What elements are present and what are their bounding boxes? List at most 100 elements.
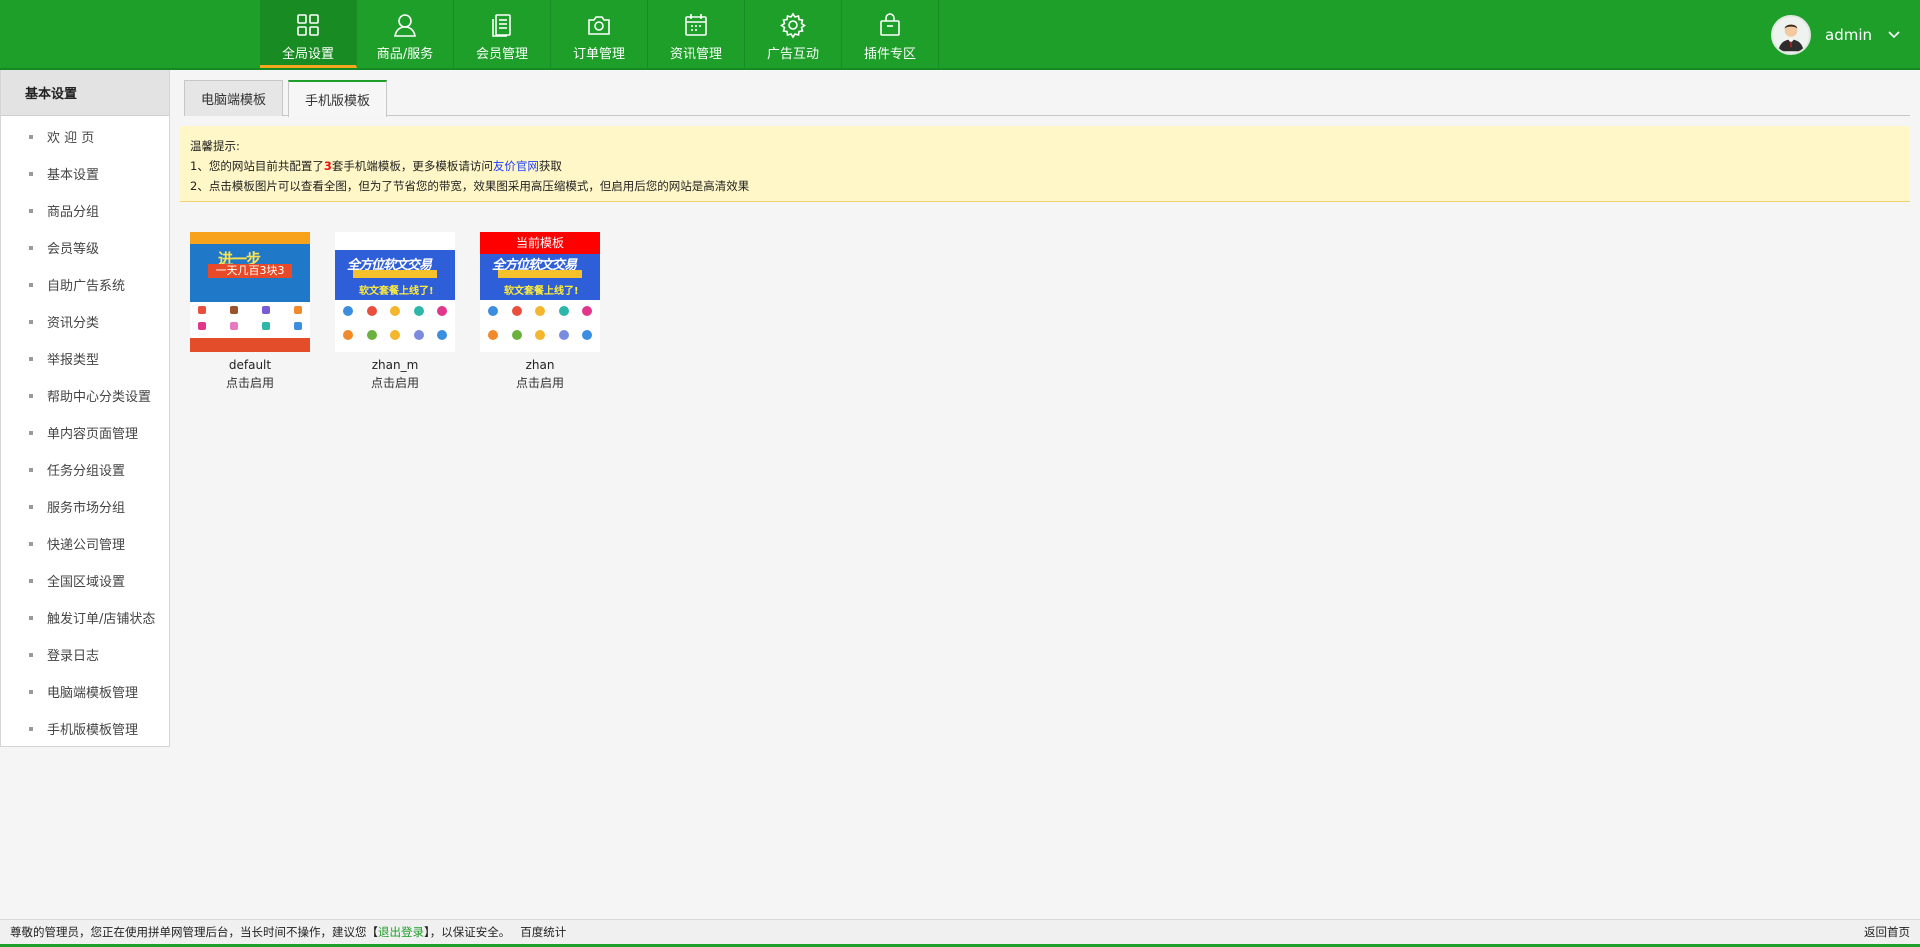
sidebar-item-label: 举报类型 xyxy=(47,353,100,368)
sidebar-item-label: 服务市场分组 xyxy=(47,501,126,516)
logout-link[interactable]: 退出登录 xyxy=(378,924,424,940)
template-card: 全方位软文交易 软文套餐上线了! 当前模板 zhan 点击启用 xyxy=(480,232,600,391)
bag-icon xyxy=(880,13,900,36)
user-icon xyxy=(394,14,416,37)
template-name: zhan xyxy=(525,358,555,372)
enable-template-button[interactable]: 点击启用 xyxy=(226,374,274,391)
notice-line-2: 2、点击模板图片可以查看全图，但为了节省您的带宽，效果图采用高压缩模式，但启用后… xyxy=(190,179,750,193)
sidebar-item-label: 任务分组设置 xyxy=(47,464,126,479)
user-menu[interactable]: admin xyxy=(1771,14,1902,56)
footer-text: 】，以保证安全。 xyxy=(424,925,511,939)
footer-bar: 尊敬的管理员，您正在使用拼单网管理后台，当长时间不操作，建议您【 退出登录 】，以保… xyxy=(0,919,1920,947)
sidebar-item-label: 欢 迎 页 xyxy=(47,131,95,146)
notice-text: 1、您的网站目前共配置了 xyxy=(190,159,324,173)
camera-icon xyxy=(588,16,610,35)
sidebar-item[interactable]: 全国区域设置 xyxy=(1,562,169,599)
sidebar-item-label: 商品分组 xyxy=(47,205,100,220)
template-thumbnail[interactable]: 全方位软文交易 软文套餐上线了! 当前模板 xyxy=(480,232,600,352)
back-home-link[interactable]: 返回首页 xyxy=(1864,924,1910,940)
official-site-link[interactable]: 友价官网 xyxy=(493,159,539,173)
nav-label: 插件专区 xyxy=(863,47,916,62)
bullet-icon xyxy=(29,726,33,731)
sidebar-item[interactable]: 欢 迎 页 xyxy=(1,118,169,155)
sidebar-item[interactable]: 快递公司管理 xyxy=(1,525,169,562)
thumb-banner-sub: 软文套餐上线了! xyxy=(359,286,434,297)
nav-label: 订单管理 xyxy=(572,47,625,62)
gear-icon xyxy=(780,12,806,39)
sidebar-title: 基本设置 xyxy=(1,70,169,116)
notice-text: 获取 xyxy=(538,159,562,173)
sidebar-item-label: 帮助中心分类设置 xyxy=(47,390,152,405)
sidebar-item[interactable]: 资讯分类 xyxy=(1,303,169,340)
sidebar-item[interactable]: 举报类型 xyxy=(1,340,169,377)
sidebar-item-label: 资讯分类 xyxy=(47,316,100,331)
sidebar-item-label: 单内容页面管理 xyxy=(47,427,139,442)
sidebar-item[interactable]: 帮助中心分类设置 xyxy=(1,377,169,414)
sidebar-item[interactable]: 服务市场分组 xyxy=(1,488,169,525)
calendar-icon xyxy=(685,14,707,36)
nav-item-orders[interactable]: 订单管理 xyxy=(551,0,648,68)
enable-template-button[interactable]: 点击启用 xyxy=(371,374,419,391)
nav-label: 全局设置 xyxy=(281,47,334,62)
bullet-icon xyxy=(29,652,33,657)
sidebar-item[interactable]: 触发订单/店铺状态 xyxy=(1,599,169,636)
sidebar-item[interactable]: 单内容页面管理 xyxy=(1,414,169,451)
sidebar-menu: 欢 迎 页基本设置商品分组会员等级自助广告系统 资讯分类举报类型帮助中心分类设置单… xyxy=(1,116,169,747)
tab-pc-templates[interactable]: 电脑端模板 xyxy=(184,80,284,116)
thumb-banner-sub: 一天几百3块3 xyxy=(208,264,292,278)
sidebar-item-label: 基本设置 xyxy=(47,168,100,183)
nav-item-products[interactable]: 商品/服务 xyxy=(357,0,454,68)
nav-item-global-settings[interactable]: 全局设置 xyxy=(260,0,357,68)
bullet-icon xyxy=(29,578,33,583)
sidebar-item-label: 会员等级 xyxy=(47,242,100,257)
thumb-banner-sub: 软文套餐上线了! xyxy=(504,286,579,297)
sidebar-item-label: 快递公司管理 xyxy=(47,538,126,553)
avatar-icon[interactable] xyxy=(1771,15,1811,55)
bullet-icon xyxy=(29,356,33,361)
bullet-icon xyxy=(29,689,33,694)
sidebar-item-label: 手机版模板管理 xyxy=(47,723,139,738)
sidebar-item-label: 触发订单/店铺状态 xyxy=(47,612,156,627)
main-nav: 全局设置 商品/服务 会员管理 订单管理 资讯管理 广告互动 插件专区 xyxy=(260,0,939,68)
username[interactable]: admin xyxy=(1825,26,1872,44)
sidebar-item[interactable]: 手机版模板管理 xyxy=(1,710,169,747)
bullet-icon xyxy=(29,430,33,435)
sidebar-item[interactable]: 任务分组设置 xyxy=(1,451,169,488)
bullet-icon xyxy=(29,467,33,472)
notice-line-1: 1、您的网站目前共配置了3套手机端模板，更多模板请访问友价官网获取 xyxy=(190,156,1900,176)
sidebar-item[interactable]: 基本设置 xyxy=(1,155,169,192)
sidebar-item-label: 自助广告系统 xyxy=(47,279,126,294)
enable-template-button[interactable]: 点击启用 xyxy=(516,374,564,391)
nav-item-members[interactable]: 会员管理 xyxy=(454,0,551,68)
template-count: 3 xyxy=(323,159,332,173)
template-thumbnail[interactable]: 全方位软文交易 软文套餐上线了! xyxy=(335,232,455,352)
bullet-icon xyxy=(29,504,33,509)
template-tabs: 电脑端模板 手机版模板 xyxy=(184,80,1910,117)
notice-title: 温馨提示: xyxy=(190,139,240,153)
nav-item-plugins[interactable]: 插件专区 xyxy=(842,0,939,68)
document-icon xyxy=(492,14,511,37)
sidebar-item[interactable]: 商品分组 xyxy=(1,192,169,229)
template-list: 进一步 一天几百3块3 default 点击启用 全方位软文交易 软文套餐上线了… xyxy=(190,232,625,391)
template-card: 进一步 一天几百3块3 default 点击启用 xyxy=(190,232,310,391)
sidebar-item[interactable]: 电脑端模板管理 xyxy=(1,673,169,710)
sidebar-item[interactable]: 自助广告系统 xyxy=(1,266,169,303)
bullet-icon xyxy=(29,208,33,213)
sidebar-item[interactable]: 登录日志 xyxy=(1,636,169,673)
bullet-icon xyxy=(29,319,33,324)
current-template-badge: 当前模板 xyxy=(480,232,600,254)
nav-item-ads[interactable]: 广告互动 xyxy=(745,0,842,68)
chevron-down-icon[interactable] xyxy=(1886,27,1902,43)
nav-label: 广告互动 xyxy=(766,47,819,62)
bullet-icon xyxy=(29,171,33,176)
template-name: default xyxy=(228,358,272,372)
template-card: 全方位软文交易 软文套餐上线了! zhan_m 点击启用 xyxy=(335,232,455,391)
baidu-stats-link[interactable]: 百度统计 xyxy=(520,924,566,940)
template-thumbnail[interactable]: 进一步 一天几百3块3 xyxy=(190,232,310,352)
notice-text: 套手机端模板，更多模板请访问 xyxy=(331,159,493,173)
bullet-icon xyxy=(29,282,33,287)
notice-box: 温馨提示: 1、您的网站目前共配置了3套手机端模板，更多模板请访问友价官网获取 … xyxy=(180,126,1910,202)
sidebar-item[interactable]: 会员等级 xyxy=(1,229,169,266)
tab-mobile-templates[interactable]: 手机版模板 xyxy=(288,80,388,117)
nav-item-news[interactable]: 资讯管理 xyxy=(648,0,745,68)
